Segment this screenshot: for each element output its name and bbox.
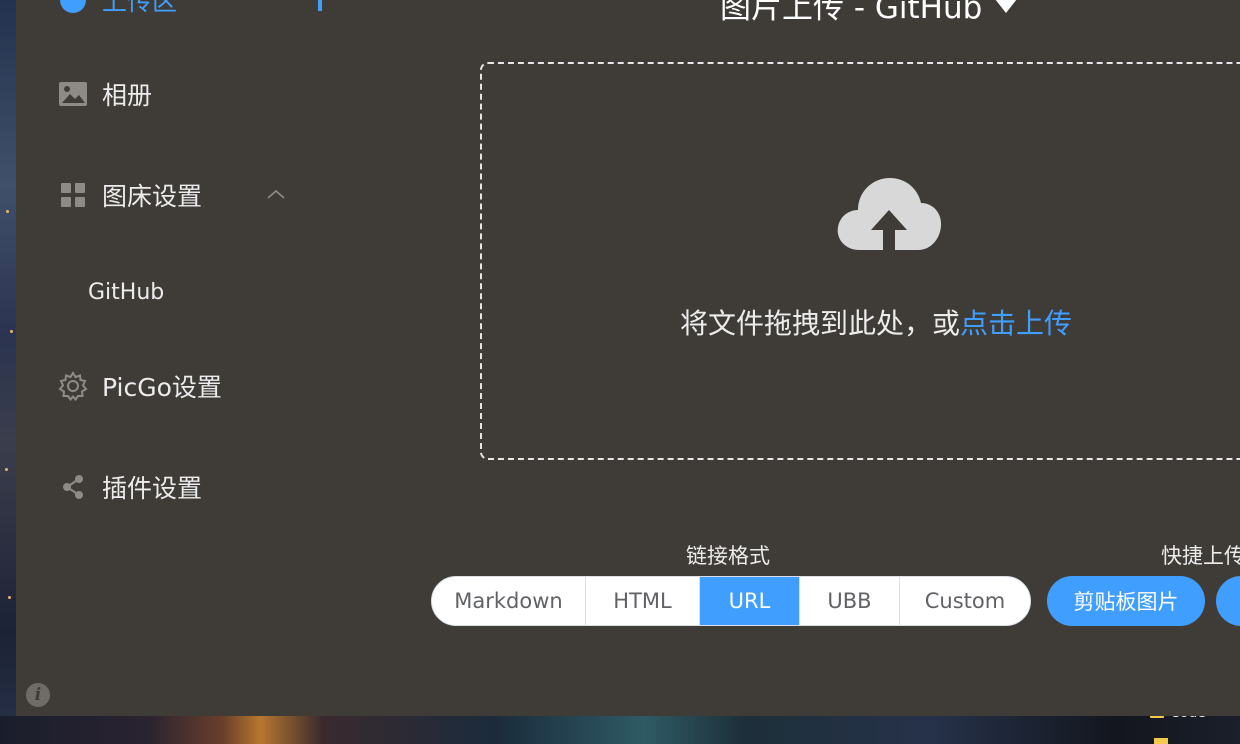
sidebar-item-label: 上传区 — [102, 0, 178, 16]
dropzone-hint: 将文件拖拽到此处，或 — [680, 307, 961, 340]
format-option-markdown[interactable]: Markdown — [432, 577, 586, 625]
wallpaper-light — [10, 330, 13, 333]
sidebar-item-label: PicGo设置 — [102, 373, 222, 402]
link-format-label: 链接格式 — [686, 544, 770, 568]
image-icon — [58, 79, 88, 109]
desktop-wallpaper-bottom — [0, 716, 1240, 744]
wallpaper-light — [6, 210, 9, 213]
upload-dropzone[interactable] — [480, 62, 1240, 460]
dropzone-text: 将文件拖拽到此处，或 点击上传 — [680, 302, 1072, 342]
clipboard-upload-button[interactable]: 剪贴板图片 — [1047, 576, 1205, 626]
desktop-wallpaper-left — [0, 0, 16, 744]
sidebar-item-label: 插件设置 — [102, 474, 203, 503]
sidebar-item-gallery[interactable]: 相册 — [58, 74, 152, 114]
cloud-upload-icon — [834, 170, 944, 260]
sidebar: 上传区 相册 图床设置 GitHub PicGo设置 插件设置 i — [16, 0, 322, 716]
picgo-window: 上传区 相册 图床设置 GitHub PicGo设置 插件设置 i 图片上传 -… — [16, 0, 1240, 716]
sidebar-item-label: 相册 — [102, 81, 153, 110]
caret-down-icon — [994, 0, 1018, 22]
sidebar-item-picgo-settings[interactable]: PicGo设置 — [58, 366, 222, 406]
folder-icon[interactable] — [1154, 738, 1168, 744]
sidebar-item-plugin-settings[interactable]: 插件设置 — [58, 467, 202, 507]
active-indicator — [318, 0, 322, 11]
grid-icon — [58, 180, 88, 210]
gear-icon — [58, 371, 88, 401]
quick-upload-button-2[interactable] — [1216, 576, 1240, 626]
format-option-custom[interactable]: Custom — [900, 577, 1030, 625]
upload-icon — [58, 0, 88, 15]
share-icon — [58, 472, 88, 502]
format-option-html[interactable]: HTML — [586, 577, 700, 625]
sidebar-item-upload[interactable]: 上传区 — [58, 0, 177, 20]
quick-upload-label: 快捷上传 — [1161, 544, 1240, 568]
wallpaper-light — [8, 596, 11, 599]
wallpaper-light — [5, 468, 8, 471]
chevron-up-icon[interactable] — [266, 185, 286, 205]
click-upload-link[interactable]: 点击上传 — [960, 302, 1072, 342]
sidebar-item-label: 图床设置 — [102, 182, 203, 211]
format-option-ubb[interactable]: UBB — [800, 577, 900, 625]
sidebar-item-picbed-settings[interactable]: 图床设置 — [58, 175, 202, 215]
format-option-url[interactable]: URL — [700, 577, 800, 625]
page-title[interactable]: 图片上传 - GitHub — [720, 0, 1018, 26]
sidebar-subitem-github[interactable]: GitHub — [88, 276, 164, 308]
page-title-text: 图片上传 - GitHub — [720, 0, 983, 26]
link-format-group: Markdown HTML URL UBB Custom — [431, 576, 1031, 626]
info-icon[interactable]: i — [26, 683, 50, 707]
sidebar-subitem-label: GitHub — [88, 279, 165, 305]
